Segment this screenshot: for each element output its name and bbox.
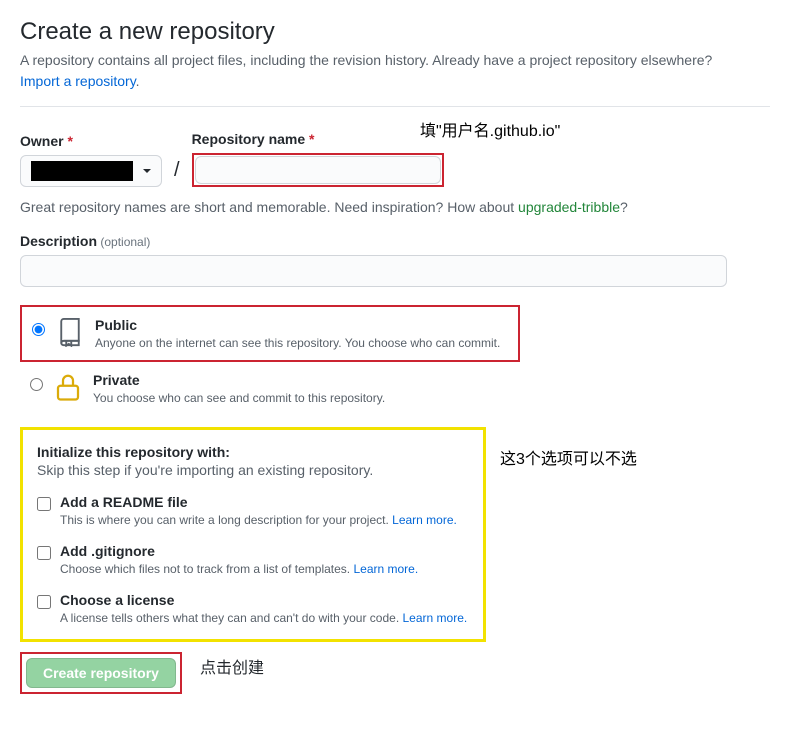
annotation-init: 这3个选项可以不选 [500, 445, 637, 469]
gitignore-learn-link[interactable]: Learn more. [353, 562, 418, 576]
gitignore-sub: Choose which files not to track from a l… [60, 562, 418, 576]
private-label: Private [93, 372, 385, 388]
repo-icon [55, 317, 85, 347]
private-sub: You choose who can see and commit to thi… [93, 391, 385, 405]
description-label: Description (optional) [20, 233, 150, 249]
readme-checkbox[interactable] [37, 497, 51, 511]
visibility-private-radio[interactable] [30, 378, 43, 391]
readme-label: Add a README file [60, 494, 457, 510]
slash-separator: / [170, 159, 184, 187]
visibility-public-highlight: Public Anyone on the internet can see th… [20, 305, 520, 362]
visibility-private-option: Private You choose who can see and commi… [20, 362, 770, 415]
repo-name-input[interactable] [195, 156, 441, 184]
repo-name-label: Repository name * [192, 131, 444, 147]
chevron-down-icon [143, 169, 151, 173]
divider [20, 106, 770, 107]
init-title: Initialize this repository with: [37, 444, 469, 460]
license-sub: A license tells others what they can and… [60, 611, 467, 625]
gitignore-checkbox[interactable] [37, 546, 51, 560]
create-repository-button[interactable]: Create repository [26, 658, 176, 688]
lock-icon [53, 372, 83, 402]
public-sub: Anyone on the internet can see this repo… [95, 336, 500, 350]
page-subhead: A repository contains all project files,… [20, 50, 770, 92]
owner-dropdown[interactable] [20, 155, 162, 187]
owner-avatar [31, 161, 133, 181]
init-highlight: Initialize this repository with: Skip th… [20, 427, 486, 642]
page-title: Create a new repository [20, 18, 770, 46]
import-repo-link[interactable]: Import a repository [20, 73, 136, 89]
readme-sub: This is where you can write a long descr… [60, 513, 457, 527]
owner-label: Owner * [20, 133, 162, 149]
repo-name-hint: Great repository names are short and mem… [20, 199, 770, 215]
create-button-highlight: Create repository [20, 652, 182, 694]
public-label: Public [95, 317, 500, 333]
gitignore-label: Add .gitignore [60, 543, 418, 559]
annotation-create: 点击创建 [200, 654, 264, 678]
description-input[interactable] [20, 255, 727, 287]
init-sub: Skip this step if you're importing an ex… [37, 462, 469, 478]
readme-learn-link[interactable]: Learn more. [392, 513, 457, 527]
license-checkbox[interactable] [37, 595, 51, 609]
repo-name-highlight [192, 153, 444, 187]
suggestion-link[interactable]: upgraded-tribble [518, 199, 620, 215]
visibility-public-radio[interactable] [32, 323, 45, 336]
license-label: Choose a license [60, 592, 467, 608]
license-learn-link[interactable]: Learn more. [403, 611, 468, 625]
